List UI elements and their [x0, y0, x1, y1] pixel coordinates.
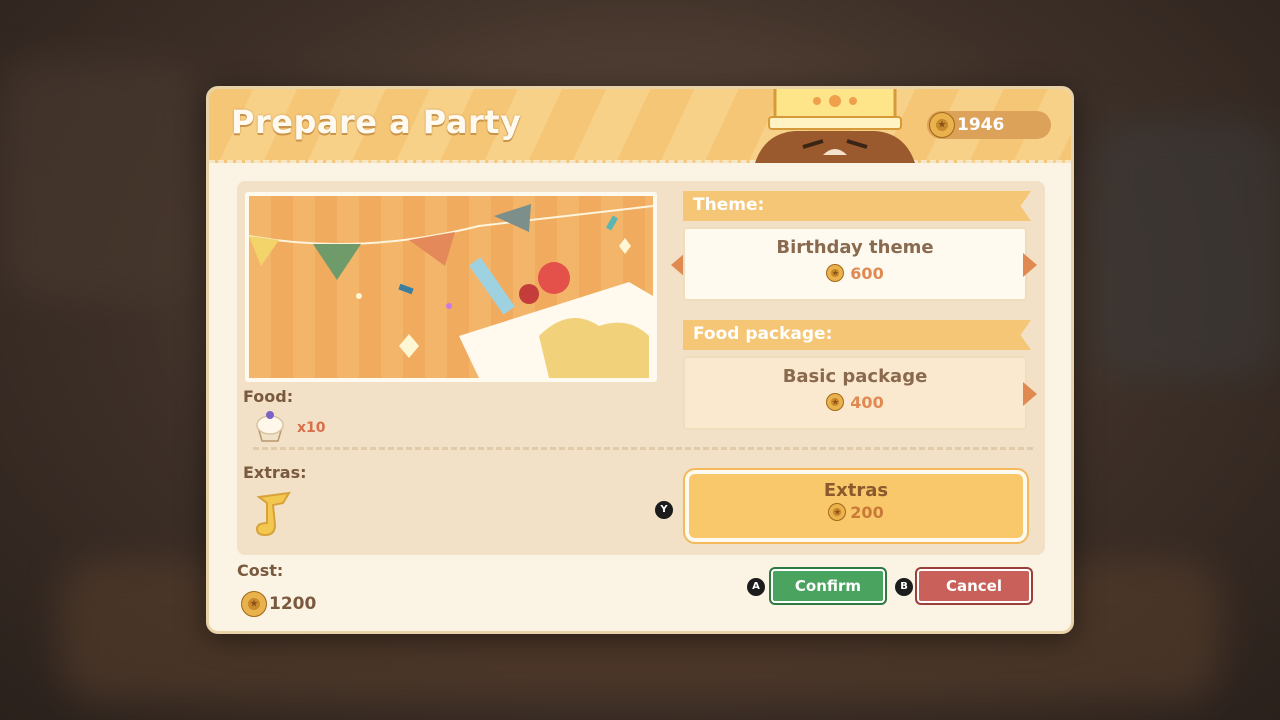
coin-icon [241, 591, 267, 617]
theme-name: Birthday theme [776, 237, 934, 258]
party-preview-image [245, 192, 657, 382]
music-note-icon [255, 491, 291, 537]
food-label: Food: [243, 387, 294, 406]
extras-price: 200 [689, 503, 1023, 522]
confirm-button[interactable]: Confirm [771, 569, 885, 603]
food-package-price: 400 [685, 393, 1025, 412]
food-quantity: x10 [297, 420, 326, 436]
theme-selector[interactable]: Birthday theme 600 [683, 227, 1027, 301]
cost-label: Cost: [237, 561, 284, 580]
cupcake-icon [256, 411, 284, 442]
crowned-mascot-icon [755, 89, 915, 163]
extras-button[interactable]: Extras 200 [685, 470, 1027, 542]
total-cost: 1200 [269, 594, 317, 614]
theme-price: 600 [685, 264, 1025, 283]
wallet-amount: 1946 [957, 115, 1005, 135]
a-button-icon: A [747, 578, 765, 596]
extras-label: Extras: [243, 463, 307, 482]
coin-icon [826, 393, 845, 411]
b-button-icon: B [895, 578, 913, 596]
background-blur [0, 60, 200, 300]
coin-icon [828, 503, 847, 521]
section-divider [253, 447, 1033, 450]
theme-next-arrow-icon[interactable] [1023, 253, 1037, 277]
dialog-header: Prepare a Party 1946 [209, 89, 1071, 163]
food-package-name: Basic package [782, 366, 928, 387]
y-button-icon: Y [655, 501, 673, 519]
coin-icon [929, 112, 955, 138]
wallet-balance: 1946 [927, 111, 1051, 139]
extras-button-label: Extras [823, 480, 889, 501]
cancel-button[interactable]: Cancel [917, 569, 1031, 603]
party-dialog: Prepare a Party 1946 [206, 86, 1074, 634]
background-blur [1090, 120, 1280, 380]
food-package-header: Food package: [683, 320, 1031, 350]
food-package-next-arrow-icon[interactable] [1023, 382, 1037, 406]
coin-icon [826, 264, 845, 282]
page-title: Prepare a Party [231, 103, 522, 141]
theme-header: Theme: [683, 191, 1031, 221]
food-package-selector[interactable]: Basic package 400 [683, 356, 1027, 430]
